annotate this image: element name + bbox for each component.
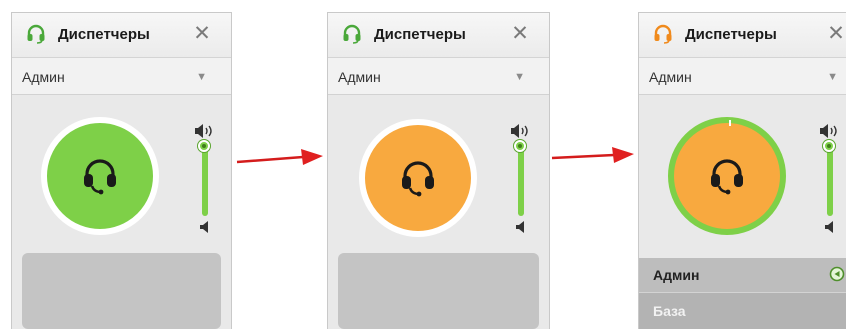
- panel-title: Диспетчеры: [685, 26, 777, 43]
- close-icon[interactable]: ✕: [509, 23, 531, 45]
- speaker-high-icon: [195, 124, 212, 138]
- volume-control: [510, 123, 532, 237]
- headset-icon: [27, 24, 45, 44]
- volume-control: [819, 123, 841, 237]
- volume-slider[interactable]: [198, 140, 210, 216]
- operator-select-value: Админ: [338, 69, 381, 85]
- chevron-down-icon[interactable]: ▼: [196, 71, 207, 83]
- arrow-icon: [550, 143, 636, 167]
- volume-slider[interactable]: [823, 140, 835, 216]
- speaker-high-icon: [511, 124, 528, 138]
- headset-icon: [402, 161, 434, 197]
- panel-title: Диспетчеры: [58, 26, 150, 43]
- headset-icon: [711, 159, 743, 195]
- ring-marker: [729, 120, 731, 126]
- speaker-high-icon: [820, 124, 837, 138]
- list-item[interactable]: База: [639, 293, 846, 329]
- list-item-label: Админ: [653, 267, 700, 283]
- volume-slider-fill: [827, 146, 833, 216]
- dispatcher-panel-2: Диспетчеры ✕ Админ ▼: [327, 12, 550, 329]
- empty-list-area: [338, 253, 539, 329]
- headset-icon: [84, 159, 116, 195]
- dispatcher-panel-3: Диспетчеры ✕ Админ ▼ Админ База: [638, 12, 846, 329]
- headset-icon: [654, 24, 672, 44]
- close-icon[interactable]: ✕: [825, 23, 846, 45]
- operator-select-value: Админ: [22, 69, 65, 85]
- empty-list-area: [22, 253, 221, 329]
- chevron-down-icon[interactable]: ▼: [514, 71, 525, 83]
- list-item-label: База: [653, 303, 686, 319]
- status-call-button[interactable]: [668, 117, 786, 235]
- volume-control: [194, 123, 216, 237]
- speaker-low-icon: [200, 221, 208, 233]
- status-call-button[interactable]: [41, 117, 159, 235]
- play-circle-icon[interactable]: [829, 266, 845, 282]
- panel-header: Диспетчеры ✕: [639, 13, 846, 58]
- close-icon[interactable]: ✕: [191, 23, 213, 45]
- operator-select[interactable]: Админ ▼: [328, 58, 549, 95]
- volume-slider-handle[interactable]: [514, 140, 526, 152]
- panel-header: Диспетчеры ✕: [328, 13, 549, 58]
- list-item[interactable]: Админ: [639, 258, 846, 293]
- panel-title: Диспетчеры: [374, 26, 466, 43]
- speaker-low-icon: [516, 221, 524, 233]
- chevron-down-icon[interactable]: ▼: [827, 71, 838, 83]
- volume-slider[interactable]: [514, 140, 526, 216]
- operator-select[interactable]: Админ ▼: [12, 58, 231, 95]
- volume-slider-handle[interactable]: [198, 140, 210, 152]
- volume-slider-fill: [202, 146, 208, 216]
- dispatcher-panel-1: Диспетчеры ✕ Админ ▼: [11, 12, 232, 329]
- operator-select[interactable]: Админ ▼: [639, 58, 846, 95]
- speaker-low-icon: [825, 221, 833, 233]
- volume-slider-fill: [518, 146, 524, 216]
- volume-slider-handle[interactable]: [823, 140, 835, 152]
- status-call-button[interactable]: [359, 119, 477, 237]
- operator-select-value: Админ: [649, 69, 692, 85]
- headset-icon: [343, 24, 361, 44]
- panel-header: Диспетчеры ✕: [12, 13, 231, 58]
- arrow-icon: [235, 145, 325, 169]
